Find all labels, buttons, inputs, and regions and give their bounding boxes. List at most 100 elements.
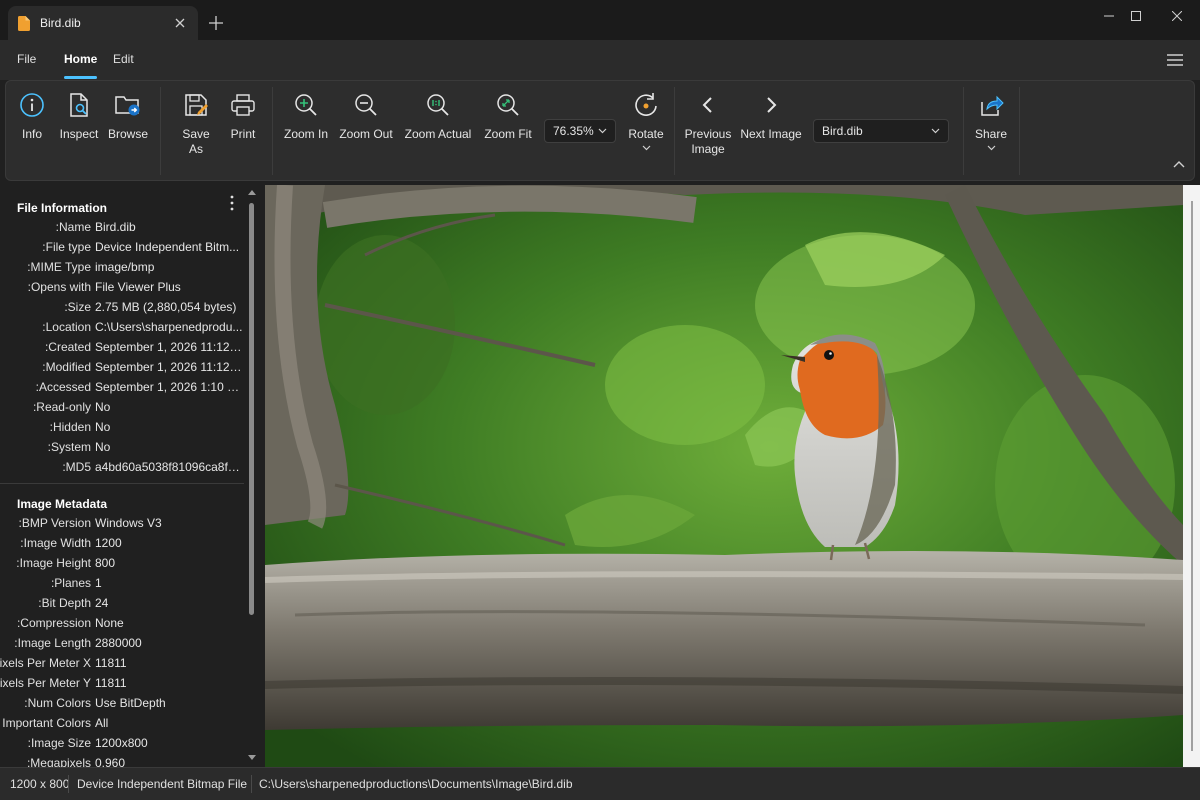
status-file-type: Device Independent Bitmap File — [77, 777, 248, 791]
rotate-icon — [632, 91, 660, 119]
zoom-actual-icon — [424, 91, 452, 119]
info-button[interactable]: Info — [16, 91, 48, 142]
menu-home[interactable]: Home — [64, 52, 97, 66]
file-info-row: Accessed: September 1, 2026 1:10 PM — [35, 380, 244, 394]
image-viewer[interactable] — [265, 185, 1183, 767]
file-info-row: Read-only: No — [32, 400, 111, 414]
share-button[interactable]: Share — [973, 91, 1009, 151]
chevron-down-icon — [642, 145, 650, 151]
zoom-actual-label: Zoom Actual — [404, 127, 472, 141]
close-window-icon[interactable] — [1154, 0, 1200, 32]
print-label: Print — [230, 127, 256, 141]
status-separator — [68, 775, 69, 793]
file-info-row: Opens with: File Viewer Plus — [27, 280, 181, 294]
chevron-down-icon — [987, 145, 995, 151]
metadata-row: Image Size: 1200x800 — [27, 736, 148, 750]
previous-label-line2: Image — [691, 142, 725, 156]
viewer-scrollbar[interactable] — [1183, 185, 1200, 767]
ribbon-separator — [272, 87, 273, 175]
file-info-row: System: No — [47, 440, 111, 454]
metadata-row: Image Height: 800 — [16, 556, 116, 570]
image-metadata-heading: Image Metadata — [17, 497, 108, 511]
panel-scrollbar-thumb[interactable] — [249, 203, 254, 615]
close-tab-icon[interactable] — [172, 15, 188, 31]
scroll-down-icon[interactable] — [248, 755, 256, 761]
file-info-row: MD5: a4bd60a5038f81096ca8f6d... — [62, 460, 244, 474]
browse-button[interactable]: Browse — [106, 91, 150, 142]
save-as-label: Save As — [182, 127, 210, 156]
chevron-left-icon — [694, 91, 722, 119]
zoom-out-icon — [352, 91, 380, 119]
save-as-button[interactable]: Save As — [174, 91, 218, 157]
previous-image-button[interactable]: Previous Image — [684, 91, 732, 157]
metadata-row: Bit Depth: 24 — [38, 596, 109, 610]
bird-photo — [265, 185, 1183, 767]
file-info-row: File type: Device Independent Bitm... — [42, 240, 240, 254]
zoom-actual-button[interactable]: Zoom Actual — [402, 91, 474, 142]
print-button[interactable]: Print — [228, 91, 258, 142]
save-icon — [182, 91, 210, 119]
tab-title: Bird.dib — [40, 16, 81, 30]
ribbon-separator — [1019, 87, 1020, 175]
ribbon-toolbar: Info Inspect Browse Save As Print Zoom I… — [5, 80, 1195, 181]
metadata-row: Megapixels: 0.960 — [26, 756, 126, 767]
section-divider — [0, 483, 244, 484]
file-info-row: Size: 2.75 MB (2,880,054 bytes) — [64, 300, 237, 314]
properties-panel: File Information Name: Bird.dib File type… — [0, 185, 262, 767]
next-image-label: Next Image — [740, 127, 802, 141]
printer-icon — [229, 91, 257, 119]
metadata-row: Pixels Per Meter Y:11811 — [0, 676, 127, 690]
menu-edit[interactable]: Edit — [113, 52, 134, 66]
viewer-scrollbar-thumb[interactable] — [1191, 201, 1193, 751]
inspect-icon — [65, 91, 93, 119]
panel-scrollbar[interactable] — [247, 185, 257, 767]
ribbon-separator — [674, 87, 675, 175]
menu-bar: File Home Edit — [0, 40, 1200, 80]
zoom-fit-button[interactable]: Zoom Fit — [481, 91, 535, 142]
zoom-fit-label: Zoom Fit — [484, 127, 532, 141]
file-info-row: Name: Bird.dib — [55, 220, 136, 234]
info-icon — [18, 91, 46, 119]
share-label: Share — [974, 127, 1008, 141]
title-bar: Bird.dib — [0, 0, 1200, 40]
file-info-row: Modified: September 1, 2026 11:12 A... — [42, 360, 244, 374]
info-label: Info — [21, 127, 42, 141]
file-select-value: Bird.dib — [822, 124, 863, 138]
rotate-button[interactable]: Rotate — [626, 91, 666, 151]
file-select[interactable]: Bird.dib — [813, 119, 949, 143]
new-tab-icon[interactable] — [205, 12, 227, 34]
chevron-down-icon — [598, 128, 607, 134]
document-tab[interactable]: Bird.dib — [8, 6, 198, 40]
hamburger-menu-icon[interactable] — [1166, 53, 1184, 67]
inspect-label: Inspect — [59, 127, 99, 141]
metadata-row: Image Width: 1200 — [20, 536, 122, 550]
zoom-in-icon — [292, 91, 320, 119]
status-separator — [251, 775, 252, 793]
zoom-out-button[interactable]: Zoom Out — [337, 91, 395, 142]
status-dimensions: 1200 x 800 — [10, 777, 70, 791]
metadata-row: BMP Version: Windows V3 — [18, 516, 162, 530]
metadata-row: Num Important Colors:All — [0, 716, 109, 730]
metadata-row: Image Length: 2880000 — [14, 636, 142, 650]
inspect-button[interactable]: Inspect — [58, 91, 100, 142]
zoom-in-button[interactable]: Zoom In — [282, 91, 330, 142]
file-info-row: MIME Type: image/bmp — [27, 260, 155, 274]
chevron-down-icon — [931, 128, 940, 134]
status-bar: 1200 x 800 Device Independent Bitmap Fil… — [0, 767, 1200, 800]
file-info-row: Location: C:\Users\sharpenedprodu... — [42, 320, 243, 334]
menu-file[interactable]: File — [17, 52, 36, 66]
maximize-icon[interactable] — [1113, 0, 1159, 32]
previous-label-line1: Previous — [684, 127, 732, 141]
more-options-icon[interactable] — [229, 195, 235, 211]
scroll-up-icon[interactable] — [248, 189, 256, 195]
share-icon — [977, 91, 1005, 119]
file-information-heading: File Information — [17, 201, 107, 215]
zoom-level-select[interactable]: 76.35% — [544, 119, 616, 143]
collapse-ribbon-icon[interactable] — [1172, 159, 1186, 169]
folder-icon — [114, 91, 142, 119]
browse-label: Browse — [107, 127, 148, 141]
zoom-out-label: Zoom Out — [339, 127, 393, 141]
next-image-button[interactable]: Next Image — [739, 91, 803, 142]
rotate-label: Rotate — [628, 127, 664, 141]
metadata-row: Planes: 1 — [50, 576, 102, 590]
